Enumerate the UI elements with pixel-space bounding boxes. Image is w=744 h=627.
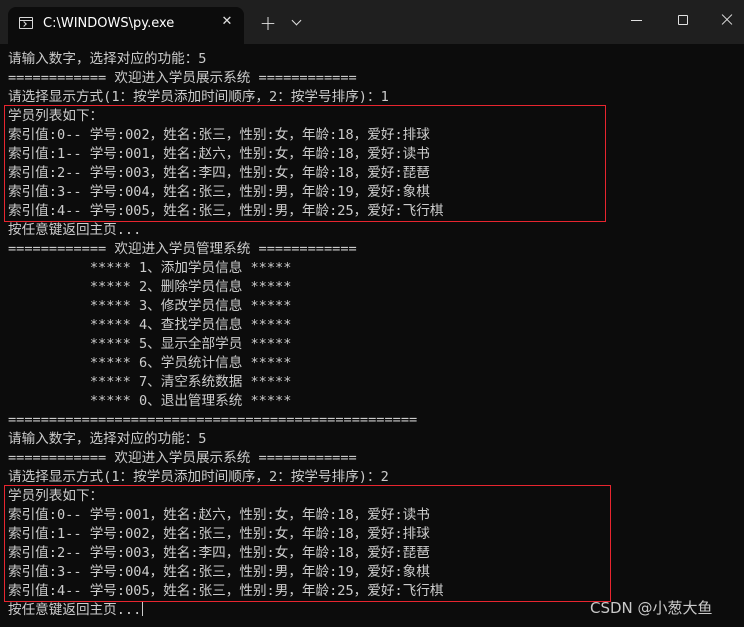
- new-tab-button[interactable]: +: [256, 12, 280, 36]
- console-line: 按任意键返回主页...: [8, 602, 142, 618]
- console-line-prompt: 按任意键返回主页...: [8, 601, 144, 620]
- watermark: CSDN @小葱大鱼: [590, 599, 713, 617]
- highlight-box-list-1: [4, 105, 606, 222]
- console-line: ***** 0、退出管理系统 *****: [8, 393, 292, 409]
- console-line: ============ 欢迎进入学员展示系统 ============: [8, 70, 357, 86]
- console-line: ============ 欢迎进入学员展示系统 ============: [8, 450, 357, 466]
- text-cursor: [142, 601, 144, 616]
- terminal-tab[interactable]: C:\WINDOWS\py.exe ✕: [8, 7, 244, 44]
- title-bar: C:\WINDOWS\py.exe ✕ +: [0, 0, 744, 44]
- console-line: ***** 3、修改学员信息 *****: [8, 298, 292, 314]
- console-line: ***** 7、清空系统数据 *****: [8, 374, 292, 390]
- console-line: 请输入数字，选择对应的功能：5: [8, 431, 207, 447]
- console-line: ========================================…: [8, 412, 418, 428]
- console-line: ***** 1、添加学员信息 *****: [8, 260, 292, 276]
- close-tab-icon[interactable]: ✕: [218, 13, 236, 31]
- console-line: 按任意键返回主页...: [8, 222, 142, 238]
- console-line: 请输入数字，选择对应的功能：5: [8, 51, 207, 67]
- console-line: ============ 欢迎进入学员管理系统 ============: [8, 241, 357, 257]
- console-line: ***** 6、学员统计信息 *****: [8, 355, 292, 371]
- console-output[interactable]: 请输入数字，选择对应的功能：5 ============ 欢迎进入学员展示系统 …: [0, 44, 744, 627]
- highlight-box-list-2: [4, 485, 611, 602]
- close-window-button[interactable]: [717, 10, 737, 30]
- console-line: ***** 5、显示全部学员 *****: [8, 336, 292, 352]
- console-app-icon: [19, 17, 33, 29]
- console-line: ***** 4、查找学员信息 *****: [8, 317, 292, 333]
- chevron-down-icon[interactable]: [287, 13, 307, 33]
- tab-title: C:\WINDOWS\py.exe: [43, 16, 175, 31]
- console-line: ***** 2、删除学员信息 *****: [8, 279, 292, 295]
- maximize-button[interactable]: [673, 10, 693, 30]
- minimize-button[interactable]: [627, 10, 647, 30]
